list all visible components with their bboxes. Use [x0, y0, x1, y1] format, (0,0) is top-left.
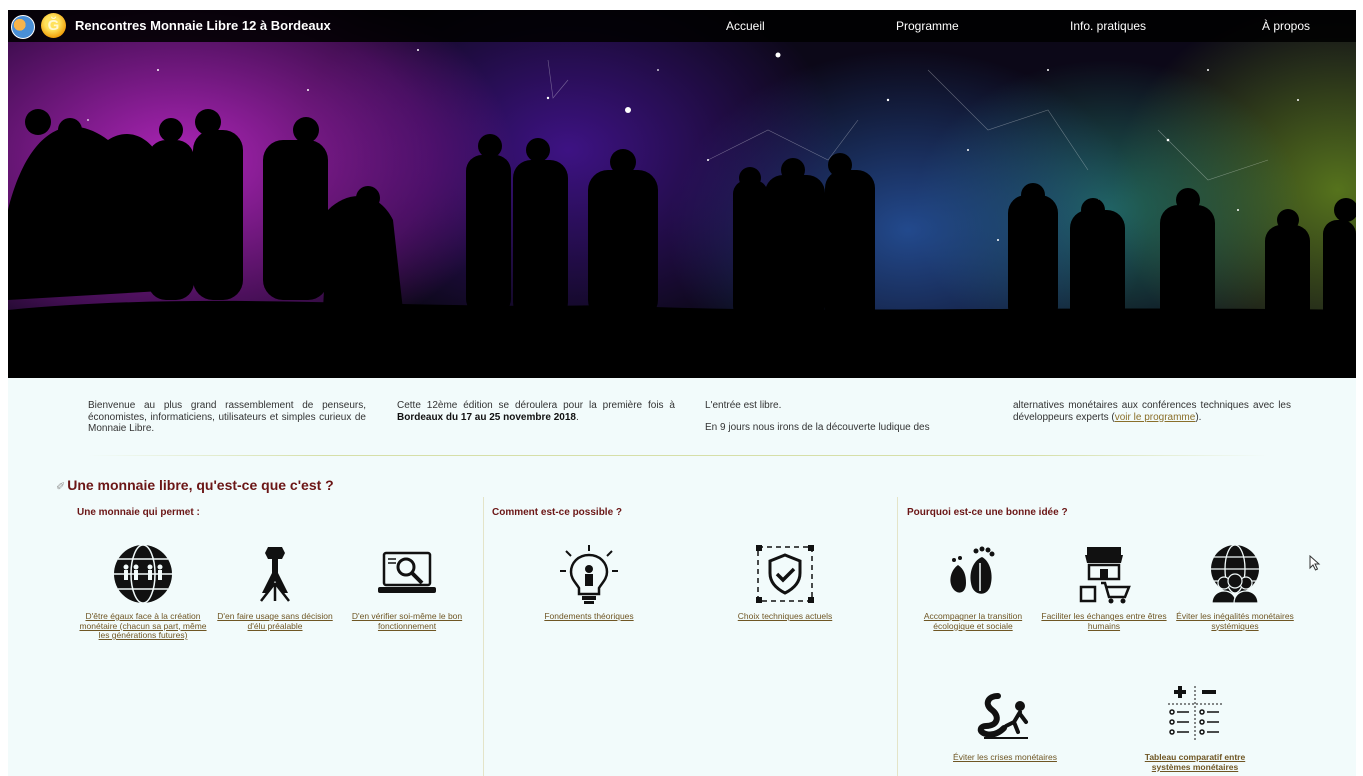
snake-person-icon: [977, 693, 1028, 739]
card-usage[interactable]: D'en faire usage sans décision d'élu pré…: [210, 543, 340, 631]
top-navbar: Ğ Rencontres Monnaie Libre 12 à Bordeaux…: [8, 10, 1356, 42]
card-transition[interactable]: Accompagner la transition écologique et …: [908, 543, 1038, 631]
globe-crowd-icon: [1211, 544, 1259, 604]
card-label[interactable]: Accompagner la transition écologique et …: [908, 611, 1038, 631]
card-tableau-comparatif[interactable]: Tableau comparatif entre systèmes monéta…: [1130, 684, 1260, 772]
intro-free-entry: L'entrée est libre.: [705, 400, 782, 411]
card-label[interactable]: D'en vérifier soi-même le bon fonctionne…: [342, 611, 472, 631]
intro-col-2: Cette 12ème édition se déroulera pour la…: [397, 400, 675, 423]
section-title[interactable]: ✐ Une monnaie libre, qu'est-ce que c'est …: [56, 477, 334, 493]
column-separator: [897, 497, 898, 776]
footprints-leaf-icon: [950, 546, 995, 594]
section-title-text[interactable]: Une monnaie libre, qu'est-ce que c'est ?: [67, 477, 334, 493]
g1-coin-logo-icon[interactable]: Ğ: [41, 13, 66, 38]
globe-people-icon: [114, 544, 172, 604]
mouse-cursor-icon: [1309, 555, 1321, 571]
intro-col-1: Bienvenue au plus grand rassemblement de…: [88, 400, 366, 435]
card-label[interactable]: Tableau comparatif entre systèmes monéta…: [1130, 752, 1260, 772]
intro-col-4: alternatives monétaires aux conférences …: [1013, 400, 1291, 423]
shop-cart-icon: [1079, 547, 1131, 604]
card-crises[interactable]: Éviter les crises monétaires: [940, 684, 1070, 763]
shield-check-icon: [756, 545, 814, 603]
nav-a-propos[interactable]: À propos: [1262, 19, 1310, 33]
nav-info-pratiques[interactable]: Info. pratiques: [1070, 19, 1146, 33]
intro-col-3: L'entrée est libre. En 9 jours nous iron…: [705, 400, 983, 433]
programme-link[interactable]: voir le programme: [1115, 412, 1196, 423]
laptop-magnifier-icon: [378, 551, 436, 593]
column-title-bonne-idee: Pourquoi est-ce une bonne idée ?: [907, 507, 1068, 518]
card-label[interactable]: D'être égaux face à la création monétair…: [78, 611, 208, 641]
card-label[interactable]: D'en faire usage sans décision d'élu pré…: [210, 611, 340, 631]
hero-banner: [8, 10, 1356, 378]
card-echanges[interactable]: Faciliter les échanges entre êtres humai…: [1039, 543, 1169, 631]
fist-roots-icon: [260, 547, 290, 602]
nav-accueil[interactable]: Accueil: [726, 19, 765, 33]
column-title-permet: Une monnaie qui permet :: [77, 507, 200, 518]
card-label[interactable]: Éviter les inégalités monétaires systémi…: [1170, 611, 1300, 631]
page: Ğ Rencontres Monnaie Libre 12 à Bordeaux…: [8, 10, 1356, 776]
column-title-possible: Comment est-ce possible ?: [492, 507, 623, 518]
nav-programme[interactable]: Programme: [896, 19, 959, 33]
intro-edition-text: Cette 12ème édition se déroulera pour la…: [397, 400, 675, 411]
intro-dates: Bordeaux du 17 au 25 novembre 2018: [397, 411, 576, 423]
starfield-image: [8, 49, 1356, 378]
column-separator: [483, 497, 484, 776]
intro-close: ).: [1195, 411, 1202, 423]
card-label[interactable]: Faciliter les échanges entre êtres humai…: [1039, 611, 1169, 631]
card-inegalites[interactable]: Éviter les inégalités monétaires systémi…: [1170, 543, 1300, 631]
intro-welcome-text: Bienvenue au plus grand rassemblement de…: [88, 400, 366, 434]
card-egaux[interactable]: D'être égaux face à la création monétair…: [78, 543, 208, 641]
planet-logo-icon[interactable]: [11, 15, 35, 39]
card-label[interactable]: Choix techniques actuels: [720, 611, 850, 622]
divider: [88, 455, 1268, 456]
site-title[interactable]: Rencontres Monnaie Libre 12 à Bordeaux: [75, 18, 331, 33]
intro-days-text: En 9 jours nous irons de la découverte l…: [705, 421, 930, 433]
plus-minus-list-icon: [1168, 686, 1222, 742]
card-fondements[interactable]: Fondements théoriques: [524, 543, 654, 622]
card-label[interactable]: Éviter les crises monétaires: [940, 752, 1070, 763]
link-icon: ✐: [56, 481, 66, 493]
intro-dot: .: [575, 411, 579, 423]
card-choix-techniques[interactable]: Choix techniques actuels: [720, 543, 850, 622]
card-label[interactable]: Fondements théoriques: [524, 611, 654, 622]
card-verifier[interactable]: D'en vérifier soi-même le bon fonctionne…: [342, 543, 472, 631]
lightbulb-person-icon: [560, 545, 618, 604]
